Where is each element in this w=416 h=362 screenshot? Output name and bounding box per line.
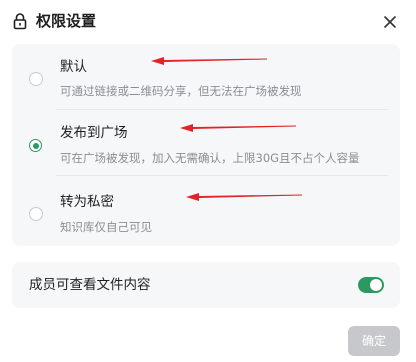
dialog-title: 权限设置: [36, 12, 97, 30]
radio-default[interactable]: [29, 72, 43, 86]
option-private-label: 转为私密: [60, 194, 114, 210]
visibility-options: 默认 可通过链接或二维码分享，但无法在广场被发现 发布到广场 可在广场被发现，加…: [12, 44, 400, 246]
option-publish-label: 发布到广场: [60, 125, 128, 141]
radio-publish-to-square[interactable]: [29, 139, 42, 152]
dialog-header: 权限设置: [0, 0, 416, 44]
radio-private[interactable]: [29, 207, 43, 221]
annotation-arrow-icon: [180, 124, 296, 132]
lock-icon: [13, 13, 27, 30]
close-icon[interactable]: [381, 13, 399, 31]
member-view-files-toggle[interactable]: [358, 277, 384, 293]
option-private[interactable]: 转为私密 知识库仅自己可见: [12, 176, 400, 246]
member-permission-row: 成员可查看文件内容: [12, 262, 400, 308]
option-publish-to-square[interactable]: 发布到广场 可在广场被发现，加入无需确认，上限30G且不占个人容量: [12, 110, 400, 176]
option-private-description: 知识库仅自己可见: [60, 220, 152, 234]
option-default-label: 默认: [60, 59, 87, 75]
toggle-knob: [370, 279, 382, 291]
option-publish-description: 可在广场被发现，加入无需确认，上限30G且不占个人容量: [60, 151, 360, 165]
annotation-arrow-icon: [186, 193, 302, 201]
member-view-files-label: 成员可查看文件内容: [29, 277, 151, 293]
option-default-description: 可通过链接或二维码分享，但无法在广场被发现: [60, 84, 302, 98]
annotation-arrow-icon: [151, 57, 267, 65]
confirm-button[interactable]: 确定: [348, 326, 400, 356]
